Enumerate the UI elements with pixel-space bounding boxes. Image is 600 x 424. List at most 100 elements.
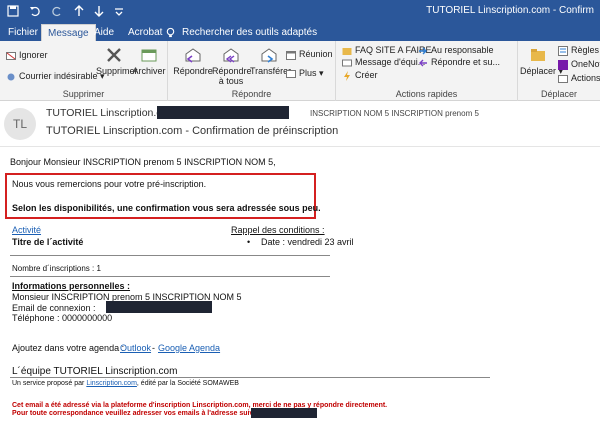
reply-delete-icon — [419, 59, 427, 67]
message-subject: TUTORIEL Linscription.com - Confirmation… — [46, 125, 339, 137]
activite-link[interactable]: Activité — [12, 225, 41, 235]
search-tools-input[interactable]: Rechercher des outils adaptés — [176, 24, 323, 41]
repondre-tous-label-1: Répondre — [212, 66, 252, 76]
transferer-button[interactable]: Transférer — [250, 46, 292, 76]
undo-icon[interactable] — [28, 4, 42, 18]
info-title: Informations personnelles : — [12, 281, 131, 291]
meeting-icon — [286, 50, 296, 60]
archive-icon — [141, 49, 157, 62]
envelope-icon — [342, 59, 352, 67]
quick-action-responsable[interactable]: Au responsable — [418, 45, 494, 56]
title-bar: TUTORIEL Linscription.com - Confirm — [0, 0, 600, 22]
forward-arrow-icon — [419, 47, 427, 55]
plus-label: Plus — [299, 68, 317, 78]
plus-button[interactable]: Plus ▾ — [286, 68, 324, 79]
supprimer-button[interactable]: Supprimer — [96, 46, 138, 76]
google-agenda-link[interactable]: Google Agenda — [158, 343, 220, 353]
activite-title: Titre de l´activité — [12, 237, 84, 247]
save-icon[interactable] — [6, 4, 20, 18]
ignore-icon — [6, 51, 16, 60]
customize-icon[interactable] — [112, 4, 126, 18]
outlook-link[interactable]: Outlook — [120, 343, 151, 353]
group-deplacer: Déplacer ▾ Règles ▾ OneNote Actions ▾ Dé… — [518, 41, 600, 101]
divider-3 — [10, 377, 490, 378]
junk-mail-icon — [7, 73, 15, 81]
group-actions-rapides: FAQ SITE A FAIRE Message d'équi... Créer… — [336, 41, 518, 101]
repondre-tous-label-2: à tous — [218, 76, 244, 86]
quick-action-responsable-label: Au responsable — [431, 45, 494, 55]
group-label-deplacer: Déplacer — [540, 89, 578, 99]
info-phone: Téléphone : 0000000000 — [12, 313, 113, 323]
redacted-sender-email — [157, 106, 289, 119]
rules-icon — [558, 45, 568, 56]
onenote-label: OneNote — [571, 59, 600, 69]
reunion-label: Réunion — [299, 49, 333, 59]
courrier-label: Courrier indésirable — [19, 71, 98, 81]
tab-aide[interactable]: Aide — [88, 24, 120, 41]
quick-action-repondre-label: Répondre et su... — [431, 57, 501, 67]
service-suffix: , édité par la Société SOMAWEB — [136, 380, 239, 387]
date-line: Date : vendredi 23 avril — [261, 237, 354, 247]
quick-action-creer[interactable]: Créer — [342, 70, 378, 81]
folder-icon — [342, 47, 352, 55]
group-label-repondre: Répondre — [231, 89, 272, 99]
footer-notice-1: Cet email a été adressé via la plateform… — [12, 402, 388, 409]
nb-inscriptions: Nombre d´inscriptions : 1 — [12, 264, 101, 273]
redacted-contact-email — [251, 408, 317, 418]
repondre-label: Répondre — [173, 66, 213, 76]
greeting: Bonjour Monsieur INSCRIPTION prenom 5 IN… — [10, 157, 276, 167]
deplacer-button[interactable]: Déplacer ▾ — [520, 46, 563, 77]
footer-notice-2: Pour toute correspondance veuillez adres… — [12, 410, 272, 417]
ignorer-label: Ignorer — [19, 50, 48, 60]
ribbon-tabs: Fichier Message Aide Acrobat Rechercher … — [0, 22, 600, 41]
reply-icon — [185, 48, 201, 63]
date-bullet: • — [247, 237, 251, 247]
transferer-label: Transférer — [250, 66, 292, 76]
courrier-indesirable-button[interactable]: Courrier indésirable ▾ — [6, 71, 105, 82]
redo-icon[interactable] — [50, 4, 64, 18]
service-link[interactable]: Linscription.com — [86, 380, 137, 387]
quick-action-repondre-supprimer[interactable]: Répondre et su... — [418, 57, 500, 68]
group-supprimer: Ignorer Courrier indésirable ▾ Supprimer… — [0, 41, 168, 101]
agenda-text: Ajoutez dans votre agenda : — [12, 343, 125, 353]
reply-all-icon — [223, 48, 239, 63]
divider-1 — [10, 255, 330, 256]
rappel-label: Rappel des conditions : — [231, 225, 325, 235]
availability-text: Selon les disponibilités, une confirmati… — [12, 203, 321, 213]
recipient[interactable]: INSCRIPTION NOM 5 INSCRIPTION prenom 5 — [310, 109, 479, 118]
group-label-actions: Actions rapides — [395, 89, 458, 99]
group-repondre: Répondre Répondre à tous Transférer Réun… — [168, 41, 336, 101]
window-title: TUTORIEL Linscription.com - Confirm — [426, 5, 594, 16]
repondre-tous-button[interactable]: Répondre à tous — [212, 46, 252, 86]
regles-button[interactable]: Règles ▾ — [558, 45, 600, 56]
repondre-button[interactable]: Répondre — [173, 46, 213, 76]
reunion-button[interactable]: Réunion — [286, 49, 333, 60]
service-prefix: Un service proposé par — [12, 380, 85, 387]
quick-action-message-equipe[interactable]: Message d'équi... — [342, 57, 425, 68]
ribbon: Ignorer Courrier indésirable ▾ Supprimer… — [0, 41, 600, 101]
lightning-icon — [344, 70, 350, 81]
archiver-label: Archiver — [132, 66, 166, 76]
message-header: TL TUTORIEL Linscription.com INSCRIPTION… — [0, 101, 600, 147]
tab-fichier[interactable]: Fichier — [2, 24, 44, 41]
archiver-button[interactable]: Archiver — [132, 46, 166, 76]
redacted-email — [106, 301, 212, 313]
lightbulb-icon — [166, 27, 175, 38]
team-signature: L´équipe TUTORIEL Linscription.com — [12, 366, 178, 377]
up-icon[interactable] — [72, 4, 86, 18]
quick-action-message-label: Message d'équi... — [355, 57, 426, 67]
quick-action-creer-label: Créer — [355, 70, 378, 80]
message-body: Bonjour Monsieur INSCRIPTION prenom 5 IN… — [0, 147, 600, 424]
down-icon[interactable] — [92, 4, 106, 18]
onenote-icon — [558, 59, 568, 70]
service-line: Un service proposé par Linscription.com,… — [12, 380, 239, 387]
ignorer-button[interactable]: Ignorer — [6, 50, 48, 61]
more-icon — [286, 69, 296, 78]
group-label-supprimer: Supprimer — [62, 89, 105, 99]
thanks-text: Nous vous remercions pour votre pré-insc… — [12, 179, 207, 189]
tab-acrobat[interactable]: Acrobat — [122, 24, 168, 41]
actions-icon — [558, 74, 568, 83]
regles-label: Règles — [571, 45, 600, 55]
actions-button[interactable]: Actions ▾ — [558, 73, 600, 84]
onenote-button[interactable]: OneNote — [558, 59, 600, 70]
